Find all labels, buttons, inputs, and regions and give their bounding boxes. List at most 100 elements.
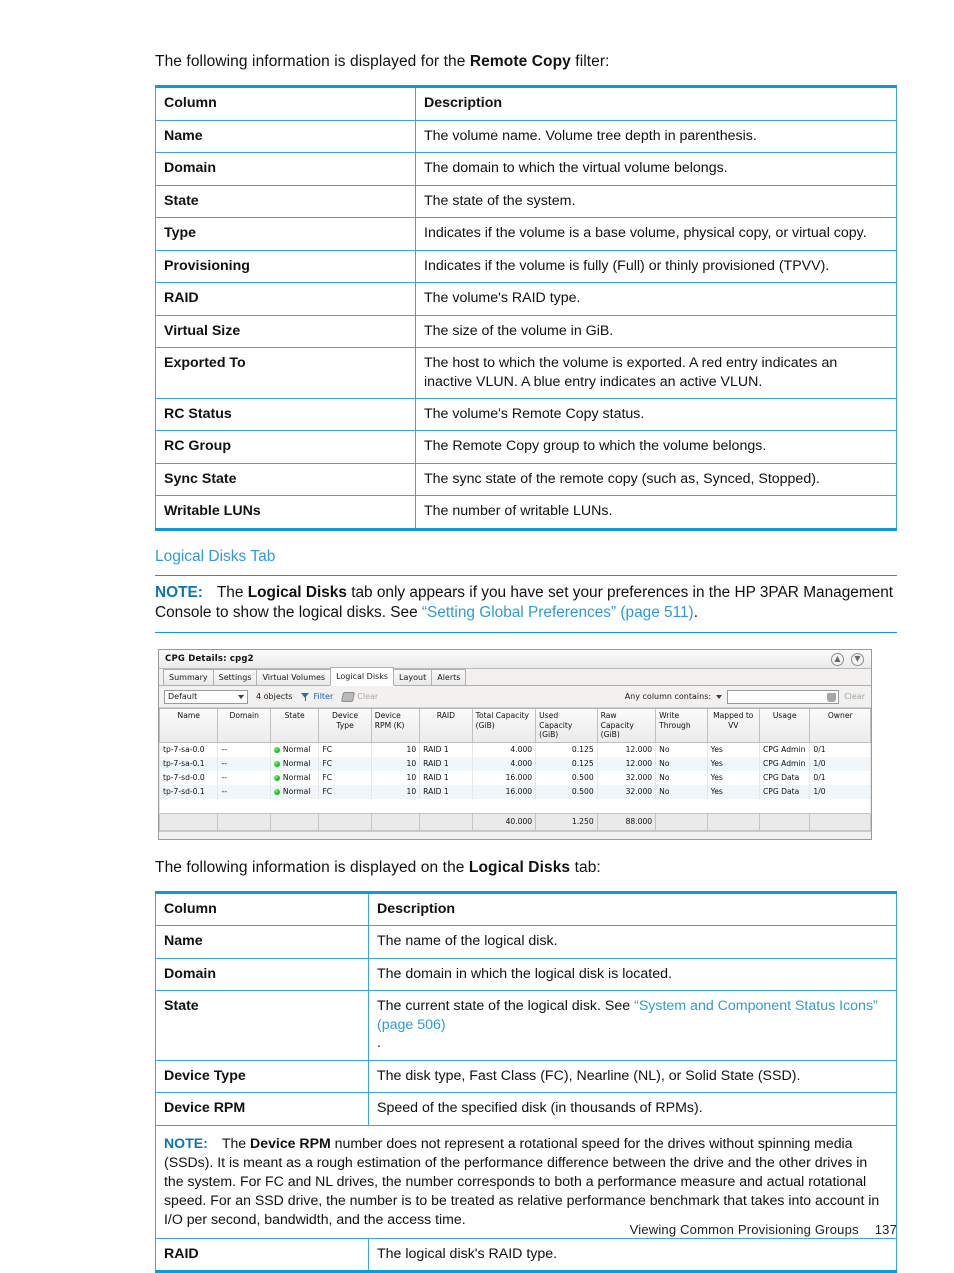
logical-disks-doc-table: Column Description Name The name of the … [155,891,897,1273]
table-row: Virtual Size The size of the volume in G… [155,314,897,349]
note-block-logical-disks: NOTE: The Logical Disks tab only appears … [155,574,897,634]
cell-total-capacity: 16.000 [471,784,537,799]
row-description: The sync state of the remote copy (such … [415,462,897,497]
table-header-row: Column Description [155,891,897,927]
col-header-raw-capacity[interactable]: Raw Capacity (GiB) [596,709,657,743]
expand-icon[interactable]: ▼ [851,653,864,667]
col-header-owner[interactable]: Owner [809,709,871,743]
table-row[interactable]: tp-7-sd-0.1 -- Normal FC 10 RAID 1 16.00… [158,784,871,799]
collapse-icon[interactable]: ▲ [831,653,844,667]
cell-write-through: No [655,784,708,799]
row-description: The volume's Remote Copy status. [415,397,897,432]
clear-filter-button[interactable]: Clear [341,691,378,702]
state-desc-2: . [377,1035,381,1052]
cell-name: tp-7-sa-0.0 [158,742,219,757]
row-column: Name [155,119,416,154]
row-column: Virtual Size [155,314,416,349]
filter-button-label: Filter [313,692,334,702]
tab-layout[interactable]: Layout [393,669,433,686]
totals-device-rpm [370,812,421,831]
cell-state-label: Normal [282,787,311,797]
search-clear-button[interactable]: Clear [844,692,865,701]
col-header-used-capacity[interactable]: Used Capacity (GiB) [535,709,598,743]
filter-icon [301,692,310,702]
cell-mapped-to-vv: Yes [706,756,761,771]
cell-total-capacity: 4.000 [471,742,537,757]
search-input[interactable] [727,689,840,704]
search-scope-chevron-down-icon[interactable] [716,694,723,699]
cell-device-type: FC [318,742,372,757]
view-select[interactable]: Default [164,689,248,704]
cell-mapped-to-vv: Yes [706,784,761,799]
cell-mapped-to-vv: Yes [706,742,761,757]
table-row[interactable]: tp-7-sd-0.0 -- Normal FC 10 RAID 1 16.00… [158,770,871,785]
filter-button[interactable]: Filter [301,692,334,702]
table-row[interactable]: tp-7-sa-0.1 -- Normal FC 10 RAID 1 4.000… [158,756,871,771]
col-header-device-rpm[interactable]: Device RPM (K) [370,709,421,743]
col-header-mapped-to-vv[interactable]: Mapped to VV [706,709,761,743]
cell-state-label: Normal [282,745,311,755]
totals-domain [217,812,271,831]
totals-raw-capacity: 88.000 [596,812,657,831]
table-row: Name The volume name. Volume tree depth … [155,119,897,154]
tab-virtual-volumes[interactable]: Virtual Volumes [256,669,332,686]
note-link-setting-global-preferences[interactable]: “Setting Global Preferences” (page 511) [422,604,694,621]
table-row: State The state of the system. [155,184,897,219]
table-row-state: State The current state of the logical d… [155,990,897,1061]
col-header-state[interactable]: State [269,709,320,743]
table-row: Sync State The sync state of the remote … [155,462,897,497]
row-description: The volume name. Volume tree depth in pa… [415,119,897,154]
note-text-3: . [693,604,698,622]
row-description: The host to which the volume is exported… [415,347,897,399]
remote-copy-table: Column Description Name The volume name.… [155,85,897,531]
table-row[interactable]: tp-7-sa-0.0 -- Normal FC 10 RAID 1 4.000… [158,742,871,757]
cell-usage: CPG Data [758,770,811,785]
cell-owner: 0/1 [809,770,871,785]
row-column: Device RPM [155,1092,369,1126]
totals-device-type [318,812,372,831]
cell-write-through: No [655,756,708,771]
table-row: Type Indicates if the volume is a base v… [155,217,897,251]
cell-name: tp-7-sd-0.1 [158,784,219,799]
pin-icon[interactable] [827,692,837,702]
object-count-label: 4 objects [256,692,293,702]
grid-totals-row: 40.000 1.250 88.000 [158,812,871,831]
col-header-domain[interactable]: Domain [217,709,271,743]
footer-page-number: 137 [874,1222,897,1237]
tab-alerts[interactable]: Alerts [431,669,467,686]
cell-raid: RAID 1 [419,756,473,771]
grid-header-row: Name Domain State Device Type Device RPM… [158,709,871,743]
tab-settings[interactable]: Settings [212,669,258,686]
section-heading-logical-disks-tab: Logical Disks Tab [155,547,276,565]
col-header-name[interactable]: Name [158,709,219,743]
row-column: Type [155,217,416,251]
totals-owner [809,812,871,831]
cell-mapped-to-vv: Yes [706,770,761,785]
col-header-usage[interactable]: Usage [758,709,811,743]
any-column-contains-label: Any column contains: [624,692,712,702]
tab-summary[interactable]: Summary [163,669,214,686]
tab-logical-disks[interactable]: Logical Disks [330,667,395,687]
row-column: Name [155,925,369,959]
col-header-total-capacity[interactable]: Total Capacity (GiB) [471,709,537,743]
cell-total-capacity: 16.000 [471,770,537,785]
row-column: Domain [155,152,416,186]
tab-strip: Summary Settings Virtual Volumes Logical… [159,667,871,687]
table-row: RAID The volume's RAID type. [155,282,897,316]
intro2-bold-term: Logical Disks [468,858,571,876]
cell-usage: CPG Data [758,784,811,799]
note-label: NOTE: [164,1134,208,1151]
cell-owner: 1/0 [809,756,871,771]
cell-device-rpm: 10 [370,770,421,785]
row-column: RAID [155,282,416,316]
cell-domain: -- [217,742,271,757]
cell-used-capacity: 0.125 [535,742,598,757]
col-header-device-type[interactable]: Device Type [318,709,372,743]
col-header-write-through[interactable]: Write Through [655,709,708,743]
intro-remote-copy-paragraph: The following information is displayed f… [155,52,897,72]
table-row: Provisioning Indicates if the volume is … [155,249,897,284]
cell-used-capacity: 0.500 [535,770,598,785]
status-normal-icon [273,774,280,781]
col-header-raid[interactable]: RAID [419,709,473,743]
row-column: RC Group [155,430,416,464]
